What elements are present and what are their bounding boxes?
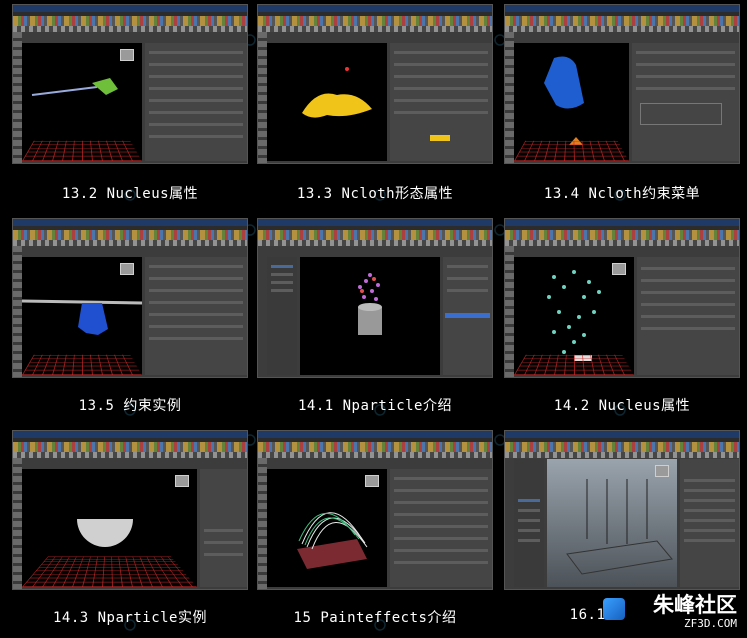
thumbnail-9[interactable]: [504, 430, 740, 590]
ground-grid: [22, 354, 142, 375]
watermark-name: 朱峰社区: [653, 593, 737, 617]
attribute-editor: [145, 257, 247, 375]
thumbnail-2[interactable]: [257, 4, 493, 164]
outliner: [267, 257, 297, 375]
thumbnail-caption: 14.1 Nparticle介绍: [297, 398, 452, 414]
view-cube-icon: [365, 475, 379, 487]
attribute-editor: [145, 43, 247, 161]
thumbnail-6[interactable]: [504, 218, 740, 378]
view-cube-icon: [612, 263, 626, 275]
shelf-tabs: [505, 26, 739, 32]
shelf-toolbar: [258, 230, 492, 240]
shelf-tabs: [505, 240, 739, 246]
thumbnail-8[interactable]: [257, 430, 493, 590]
ground-grid: [22, 140, 142, 161]
thumbnail-caption: 14.2 Nucleus属性: [553, 398, 691, 414]
window-titlebar: [13, 5, 247, 12]
thumbnail-caption: 13.5 约束实例: [78, 398, 182, 414]
toolbox: [13, 32, 22, 163]
view-cube-icon: [120, 49, 134, 61]
shelf-tabs: [258, 240, 492, 246]
attribute-editor: [680, 459, 739, 587]
shelf-toolbar: [505, 230, 739, 240]
ground-grid: [514, 140, 629, 161]
viewport: [267, 469, 387, 587]
toolbox: [13, 458, 22, 589]
toolbox: [13, 246, 22, 377]
shelf-toolbar: [13, 442, 247, 452]
thumbnail-7[interactable]: [12, 430, 248, 590]
window-titlebar: [505, 219, 739, 226]
site-watermark: 朱峰社区 ZF3D.COM: [653, 589, 737, 630]
thumbnail-5[interactable]: [257, 218, 493, 378]
viewport: [21, 257, 143, 375]
toolbox: [505, 246, 514, 377]
shelf-tabs: [258, 452, 492, 458]
thumbnail-caption: 14.3 Nparticle实例: [52, 610, 207, 626]
attribute-editor: [637, 257, 739, 375]
window-titlebar: [505, 5, 739, 12]
shelf-toolbar: [13, 16, 247, 26]
thumbnail-caption: 15 Painteffects介绍: [293, 610, 457, 626]
attribute-editor: [632, 43, 739, 161]
attribute-editor: [390, 43, 492, 161]
window-titlebar: [258, 5, 492, 12]
window-titlebar: [258, 431, 492, 438]
view-cube-icon: [175, 475, 189, 487]
shelf-tabs: [258, 26, 492, 32]
shelf-toolbar: [505, 16, 739, 26]
window-titlebar: [13, 431, 247, 438]
shelf-tabs: [13, 26, 247, 32]
thumbnail-caption: 13.3 Ncloth形态属性: [296, 186, 454, 202]
attribute-editor: [443, 257, 492, 375]
thumbnail-4[interactable]: [12, 218, 248, 378]
window-titlebar: [13, 219, 247, 226]
thumbnail-3[interactable]: [504, 4, 740, 164]
viewport: [300, 257, 440, 375]
viewport: [22, 43, 142, 161]
scene-graphic: [302, 67, 372, 118]
view-cube-icon: [655, 465, 669, 477]
window-titlebar: [505, 431, 739, 438]
viewport: [267, 43, 387, 161]
site-logo-icon: [603, 598, 625, 620]
shelf-tabs: [505, 452, 739, 458]
thumbnail-1[interactable]: [12, 4, 248, 164]
shelf-tabs: [13, 452, 247, 458]
viewport: [514, 43, 629, 161]
viewport: [547, 459, 677, 587]
view-cube-icon: [120, 263, 134, 275]
toolbox: [505, 32, 514, 163]
ground-grid: [22, 556, 197, 587]
toolbox: [258, 32, 267, 163]
viewport: [22, 469, 197, 587]
shelf-toolbar: [13, 230, 247, 240]
scene-graphic: [566, 479, 673, 575]
window-titlebar: [258, 219, 492, 226]
thumbnail-caption: 13.4 Ncloth约束菜单: [543, 186, 701, 202]
shelf-tabs: [13, 240, 247, 246]
viewport: [514, 257, 634, 375]
outliner: [514, 459, 544, 587]
attribute-editor: [390, 469, 492, 587]
shelf-toolbar: [258, 442, 492, 452]
thumbnail-caption: 13.2 Nucleus属性: [61, 186, 199, 202]
attribute-editor: [200, 469, 247, 587]
shelf-toolbar: [505, 442, 739, 452]
shelf-toolbar: [258, 16, 492, 26]
scene-graphic: [358, 273, 382, 335]
ground-grid: [514, 354, 634, 375]
toolbox: [258, 458, 267, 589]
